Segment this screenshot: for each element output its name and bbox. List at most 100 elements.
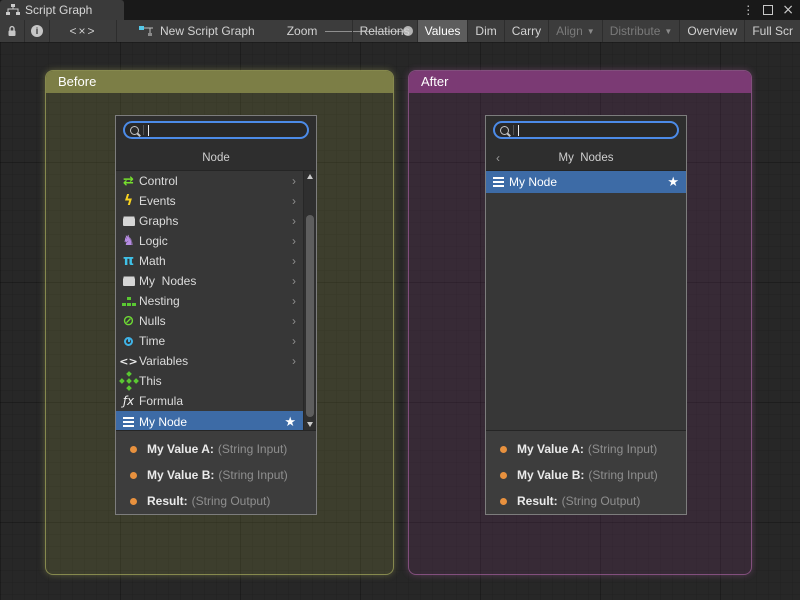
list-item-this[interactable]: This [116,371,303,391]
window-tab-bar: Script Graph ⋮ × [0,0,800,20]
chevron-right-icon: › [292,274,296,288]
favorite-star-icon[interactable]: ★ [667,175,679,190]
search-input[interactable] [493,121,679,139]
chevron-right-icon: › [292,174,296,188]
tab-script-graph[interactable]: Script Graph [0,0,124,20]
zoom-label: Zoom [287,24,318,38]
toolbar-button-fullscreen[interactable]: Full Scr [744,20,800,42]
list-item-graphs[interactable]: Graphs › [116,211,303,231]
control-icon [120,173,137,189]
list-item-control[interactable]: Control › [116,171,303,191]
knight-icon [120,233,137,249]
category-header: ‹ My Nodes [486,145,686,170]
toolbar-button-overview[interactable]: Overview [679,20,744,42]
lock-icon [7,25,17,37]
list-item-my-node[interactable]: My Node ★ [116,411,303,430]
clock-icon [120,333,137,349]
port-row: My Value A: (String Input) [500,436,686,462]
code-icon: <×> [69,24,96,38]
list-item-math[interactable]: Math › [116,251,303,271]
port-dot-icon [500,498,507,505]
port-dot-icon [130,472,137,479]
formula-icon [120,393,137,409]
node-list: My Node ★ [486,170,686,430]
chevron-right-icon: › [292,354,296,368]
back-chevron-icon[interactable]: ‹ [496,151,500,165]
favorite-star-icon[interactable]: ★ [284,415,296,430]
graph-toolbar: i <×> New Script Graph Zoom 1x Relations [0,20,800,43]
list-item-variables[interactable]: Variables › [116,351,303,371]
text-caret [148,125,149,136]
new-script-graph-label: New Script Graph [160,24,255,38]
list-item-my-nodes[interactable]: My Nodes › [116,271,303,291]
close-icon[interactable]: × [782,3,794,17]
list-item-formula[interactable]: Formula [116,391,303,411]
port-row: My Value B: (String Input) [130,462,316,488]
toolbar-button-values[interactable]: Values [417,20,468,42]
chevron-right-icon: › [292,334,296,348]
node-stack-icon [490,174,507,190]
scroll-down-icon[interactable] [307,422,313,427]
lock-button[interactable] [0,20,25,42]
new-script-graph-button[interactable]: New Script Graph [129,20,265,42]
list-item-my-node[interactable]: My Node ★ [486,171,686,193]
scroll-up-icon[interactable] [307,174,313,179]
toolbar-button-relations[interactable]: Relations [352,20,417,42]
folder-icon [120,273,137,289]
maximize-icon[interactable] [763,5,773,15]
info-button[interactable]: i [25,20,50,42]
chevron-down-icon: ▼ [587,27,595,36]
group-after-header[interactable]: After [409,71,751,93]
port-row: Result: (String Output) [500,488,686,514]
nesting-icon [120,293,137,309]
group-before-header[interactable]: Before [46,71,393,93]
scrollbar-thumb[interactable] [306,215,314,417]
list-item-nulls[interactable]: Nulls › [116,311,303,331]
list-item-events[interactable]: Events › [116,191,303,211]
port-dot-icon [130,446,137,453]
toolbar-button-dim[interactable]: Dim [467,20,503,42]
list-item-nesting[interactable]: Nesting › [116,291,303,311]
script-graph-icon [6,4,20,16]
port-dot-icon [130,498,137,505]
node-list: Control › Events › Graphs › [116,170,316,430]
category-header: Node [116,145,316,170]
chevron-right-icon: › [292,214,296,228]
scrollbar[interactable] [303,171,316,430]
toolbar-button-distribute[interactable]: Distribute ▼ [602,20,680,42]
list-item-time[interactable]: Time › [116,331,303,351]
toolbar-button-carry[interactable]: Carry [504,20,548,42]
list-item-logic[interactable]: Logic › [116,231,303,251]
search-icon [500,126,509,135]
toolbar-button-align[interactable]: Align ▼ [548,20,602,42]
chevron-right-icon: › [292,314,296,328]
fuzzy-finder-before: Node Control › Events › Graphs [115,115,317,515]
search-input[interactable] [123,121,309,139]
node-stack-icon [120,414,137,430]
code-preview-button[interactable]: <×> [50,20,117,42]
chevron-right-icon: › [292,234,296,248]
chevron-right-icon: › [292,294,296,308]
port-row: My Value A: (String Input) [130,436,316,462]
null-icon [120,313,137,329]
graph-node-icon [139,25,154,37]
node-ports-preview: My Value A: (String Input) My Value B: (… [116,430,316,514]
port-dot-icon [500,446,507,453]
graph-canvas[interactable]: Before After Node Control › [0,42,800,600]
node-ports-preview: My Value A: (String Input) My Value B: (… [486,430,686,514]
brackets-icon [120,353,137,369]
chevron-right-icon: › [292,254,296,268]
script-graph-window: Script Graph ⋮ × i <×> [0,0,800,600]
chevron-right-icon: › [292,194,296,208]
fuzzy-finder-after: ‹ My Nodes My Node ★ My Value A: (Str [485,115,687,515]
tab-title: Script Graph [25,3,92,17]
window-menu-icon[interactable]: ⋮ [742,4,754,16]
chevron-down-icon: ▼ [664,27,672,36]
port-row: Result: (String Output) [130,488,316,514]
text-caret [518,125,519,136]
pi-icon [120,253,137,269]
this-icon [120,373,137,389]
search-icon [130,126,139,135]
lightning-icon [120,193,137,209]
folder-icon [120,213,137,229]
